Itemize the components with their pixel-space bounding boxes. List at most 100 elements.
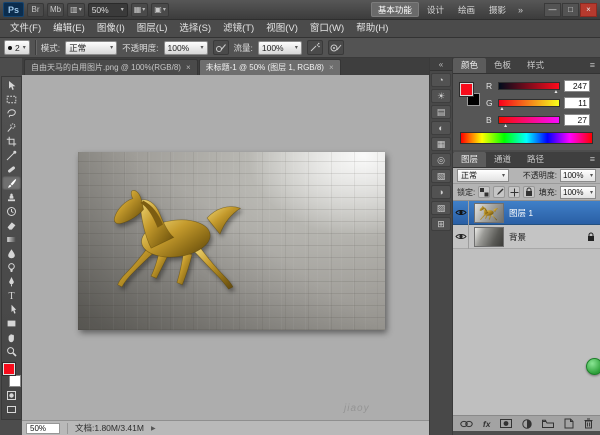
menu-layer[interactable]: 图层(L) [131,20,174,38]
slider-marker-icon[interactable]: ▲ [503,123,508,129]
brush-preset-picker[interactable]: 2 ▾ [4,40,30,55]
minimize-button[interactable]: — [544,3,561,17]
levels-panel-icon[interactable]: ▤ [431,105,451,119]
menu-select[interactable]: 选择(S) [173,20,217,38]
flow-select[interactable]: 100% ▾ [258,41,302,55]
red-value-input[interactable]: 247 [564,80,590,92]
exposure-panel-icon[interactable]: ☀ [431,89,451,103]
dodge-tool[interactable] [2,260,21,274]
hue-saturation-panel-icon[interactable]: ◎ [431,153,451,167]
black-white-panel-icon[interactable]: ◑ [431,185,451,199]
status-zoom-input[interactable]: 50% [26,423,60,434]
slider-marker-icon[interactable]: ▲ [500,106,505,112]
red-slider[interactable]: ▲ [498,82,560,90]
panel-menu-icon[interactable]: ≡ [585,152,600,167]
close-icon[interactable]: × [186,63,191,72]
canvas[interactable] [78,152,385,330]
workspace-overflow-icon[interactable]: » [514,5,527,15]
document-area[interactable]: jiaoy [22,75,429,420]
hand-tool[interactable] [2,330,21,344]
tab-styles[interactable]: 样式 [519,58,552,73]
dock-collapse-icon[interactable]: « [430,58,452,71]
brush-tool[interactable] [2,176,21,190]
layer-name[interactable]: 图层 1 [509,207,600,219]
lock-position-icon[interactable] [508,186,520,198]
blur-tool[interactable] [2,246,21,260]
move-tool[interactable] [2,78,21,92]
adjustment-layer-icon[interactable] [522,419,532,429]
new-layer-icon[interactable] [564,418,574,429]
link-layers-icon[interactable] [460,420,473,428]
history-panel-icon[interactable]: ◔ [431,73,451,87]
zoom-level-dropdown[interactable]: 50%▾ [88,3,128,17]
menu-help[interactable]: 帮助(H) [350,20,394,38]
spot-healing-brush-tool[interactable] [2,162,21,176]
floating-helper-badge[interactable] [586,358,600,375]
new-group-icon[interactable] [542,419,554,428]
eraser-tool[interactable] [2,218,21,232]
background-color-swatch[interactable] [9,375,21,387]
pen-pressure-size-icon[interactable] [328,40,344,55]
green-slider[interactable]: ▲ [498,99,560,107]
menu-image[interactable]: 图像(I) [91,20,131,38]
visibility-toggle[interactable] [453,201,469,225]
close-button[interactable]: × [580,3,597,17]
color-spectrum-ramp[interactable] [460,132,593,144]
pen-pressure-opacity-icon[interactable] [213,40,229,55]
menu-file[interactable]: 文件(F) [4,20,47,38]
view-extras-icon[interactable]: ▥▾ [67,3,85,17]
zoom-tool[interactable] [2,344,21,358]
clone-stamp-tool[interactable] [2,190,21,204]
mini-bridge-icon[interactable]: Mb [47,3,64,17]
layer-style-icon[interactable]: fx [483,419,491,429]
green-value-input[interactable]: 11 [564,97,590,109]
tab-paths[interactable]: 路径 [519,152,552,167]
blend-mode-select[interactable]: 正常 ▾ [65,41,117,55]
menu-window[interactable]: 窗口(W) [304,20,350,38]
menu-edit[interactable]: 编辑(E) [47,20,91,38]
workspace-design[interactable]: 设计 [421,2,450,17]
workspace-photography[interactable]: 摄影 [483,2,512,17]
tab-color[interactable]: 颜色 [453,58,486,73]
lock-transparency-icon[interactable] [478,186,490,198]
delete-layer-icon[interactable] [584,418,593,429]
lock-all-icon[interactable] [523,186,535,198]
color-balance-panel-icon[interactable]: ▧ [431,169,451,183]
path-selection-tool[interactable] [2,302,21,316]
eyedropper-tool[interactable] [2,148,21,162]
menu-view[interactable]: 视图(V) [260,20,304,38]
horizontal-type-tool[interactable]: T [2,288,21,302]
workspace-painting[interactable]: 绘画 [452,2,481,17]
document-tab-source[interactable]: 自由天马的白用图片.png @ 100%(RGB/8) × [24,59,198,75]
foreground-color-swatch[interactable] [3,363,15,375]
channel-mixer-panel-icon[interactable]: ▨ [431,201,451,215]
rectangle-shape-tool[interactable] [2,316,21,330]
layer-fill-input[interactable]: 100% ▾ [560,186,596,199]
history-brush-tool[interactable] [2,204,21,218]
brightness-contrast-panel-icon[interactable]: ◐ [431,121,451,135]
screen-mode-icon[interactable]: ▣▾ [151,3,169,17]
menu-filter[interactable]: 滤镜(T) [217,20,260,38]
lasso-tool[interactable] [2,106,21,120]
visibility-toggle[interactable] [453,225,469,249]
tab-layers[interactable]: 图层 [453,152,486,167]
screen-mode-button[interactable] [2,402,21,416]
blue-value-input[interactable]: 27 [564,114,590,126]
quick-selection-tool[interactable] [2,120,21,134]
layer-name[interactable]: 背景 [509,231,582,243]
layer-row-layer1[interactable]: 图层 1 [453,201,600,225]
quick-mask-button[interactable] [2,388,21,402]
foreground-color-swatch[interactable] [460,83,473,96]
bridge-icon[interactable]: Br [27,3,44,17]
airbrush-icon[interactable] [307,40,323,55]
workspace-essentials[interactable]: 基本功能 [371,2,419,17]
curves-panel-icon[interactable]: ▦ [431,137,451,151]
close-icon[interactable]: × [329,63,334,72]
add-mask-icon[interactable] [500,419,512,428]
tab-swatches[interactable]: 色板 [486,58,519,73]
layer-thumbnail[interactable] [474,227,504,247]
rectangular-marquee-tool[interactable] [2,92,21,106]
posterize-panel-icon[interactable]: ⊞ [431,217,451,231]
pen-tool[interactable] [2,274,21,288]
gradient-tool[interactable] [2,232,21,246]
